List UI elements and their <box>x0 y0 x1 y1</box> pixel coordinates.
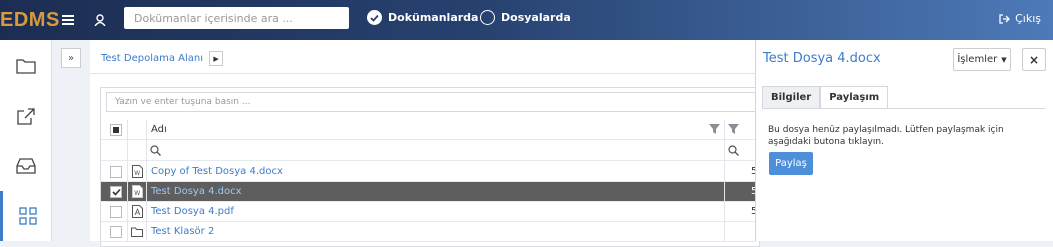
actions-label: İşlemler <box>957 54 998 65</box>
panel-tabs: Bilgiler Paylaşım <box>762 86 889 109</box>
share-button[interactable]: Paylaş <box>769 152 813 175</box>
logout-icon <box>999 13 1011 24</box>
pdf-file-icon <box>131 205 143 219</box>
inbox-icon <box>16 158 36 174</box>
tab-info[interactable]: Bilgiler <box>762 86 821 109</box>
tab-sharing[interactable]: Paylaşım <box>820 86 889 109</box>
folder-icon <box>16 59 36 74</box>
breadcrumb-root[interactable]: Test Depolama Alanı <box>101 53 203 64</box>
scope-files-radio[interactable]: Dosyalarda <box>480 10 571 25</box>
divider <box>90 73 755 74</box>
radio-checked-icon <box>367 10 382 25</box>
row-checkbox[interactable] <box>110 185 122 198</box>
actions-dropdown[interactable]: İşlemler ▼ <box>953 48 1011 71</box>
share-status-message: Bu dosya henüz paylaşılmadı. Lütfen payl… <box>768 125 1004 147</box>
caret-right-icon: ▶ <box>213 54 219 63</box>
word-file-icon: W <box>131 185 143 199</box>
table-row[interactable]: Test Klasör 2 <box>101 222 756 242</box>
sidebar-item-folders[interactable] <box>0 41 52 91</box>
row-checkbox[interactable] <box>110 225 122 238</box>
search-icon <box>150 145 161 159</box>
grid-filter-row <box>101 141 756 161</box>
svg-text:W: W <box>134 190 140 197</box>
file-name-link[interactable]: Test Dosya 4.docx <box>151 186 242 197</box>
column-divider <box>127 120 128 241</box>
sidebar-item-workspaces[interactable] <box>0 191 52 241</box>
logout-label: Çıkış <box>1015 12 1041 25</box>
column-divider <box>146 120 147 241</box>
column-header-name[interactable]: Adı <box>151 124 167 135</box>
double-chevron-right-icon: » <box>67 52 75 64</box>
checkmark-icon <box>111 188 121 196</box>
table-row[interactable]: Test Dosya 4.pdf 5 <box>101 202 757 222</box>
file-name-link[interactable]: Test Dosya 4.pdf <box>151 206 234 217</box>
scope-documents-radio[interactable]: Dokümanlarda <box>367 10 478 25</box>
logout-button[interactable]: Çıkış <box>999 12 1041 25</box>
caret-down-icon: ▼ <box>1001 55 1007 64</box>
radio-unchecked-icon <box>480 10 495 25</box>
select-all-checkbox[interactable] <box>110 123 122 136</box>
panel-title: Test Dosya 4.docx <box>763 51 881 66</box>
svg-text:W: W <box>134 170 140 177</box>
table-row[interactable]: W Test Dosya 4.docx 5 <box>101 182 757 202</box>
word-file-icon: W <box>131 165 143 179</box>
hamburger-menu-icon[interactable] <box>58 11 78 29</box>
user-icon[interactable] <box>90 11 110 29</box>
expand-tree-button[interactable]: » <box>61 48 81 68</box>
sidebar-item-inbox[interactable] <box>0 141 52 191</box>
scope-documents-label: Dokümanlarda <box>388 11 479 24</box>
table-row[interactable]: W Copy of Test Dosya 4.docx 5 <box>101 162 757 182</box>
breadcrumb-expand-button[interactable]: ▶ <box>209 51 224 66</box>
row-checkbox[interactable] <box>110 205 122 218</box>
sidebar-item-shared[interactable] <box>0 91 52 141</box>
filter-icon[interactable] <box>728 124 739 137</box>
grid-header-row: Adı <box>101 120 756 140</box>
filter-icon[interactable] <box>709 124 720 137</box>
breadcrumb: Test Depolama Alanı ▶ <box>101 51 224 66</box>
document-search-input[interactable] <box>124 7 349 29</box>
grid-search-input[interactable] <box>106 92 766 112</box>
app-logo: EDMS <box>0 9 60 31</box>
scope-files-label: Dosyalarda <box>501 11 571 24</box>
column-divider <box>724 120 725 241</box>
folder-icon <box>131 225 143 239</box>
file-name-link[interactable]: Test Klasör 2 <box>151 226 214 237</box>
file-name-link[interactable]: Copy of Test Dosya 4.docx <box>151 166 283 177</box>
close-button[interactable]: × <box>1022 48 1046 71</box>
tab-divider <box>762 108 1045 109</box>
grid-icon <box>18 207 37 225</box>
share-export-icon <box>17 108 35 125</box>
sidebar <box>0 40 52 241</box>
row-checkbox[interactable] <box>110 165 122 178</box>
top-bar: EDMS Dokümanlarda Dosyalarda Çıkış <box>0 0 1053 40</box>
close-icon: × <box>1028 52 1040 67</box>
search-icon <box>728 145 739 159</box>
